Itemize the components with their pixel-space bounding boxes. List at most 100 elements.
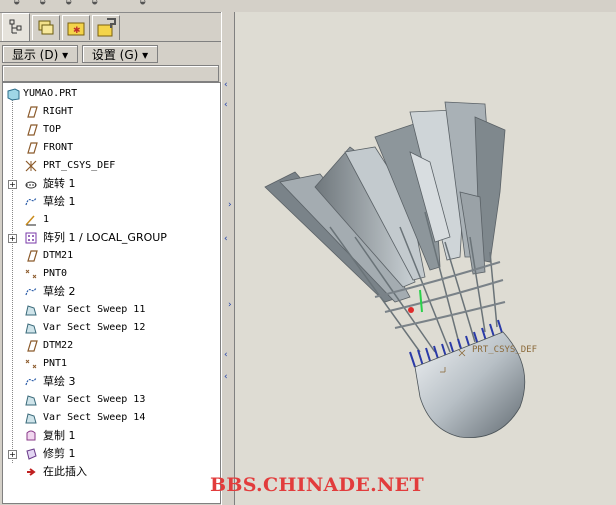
tree-item[interactable]: 复制 1 [3,427,220,445]
tree-item[interactable]: 草绘 3 [3,373,220,391]
tree-item[interactable]: 在此插入 [3,463,220,481]
sketch-icon [25,377,37,386]
tree-item[interactable]: + 修剪 1 [3,445,220,463]
tree-item-label: PNT1 [43,358,68,369]
tree-root-label: YUMAO.PRT [23,88,78,99]
expand-toggle-icon[interactable]: + [8,234,17,243]
toolbar-icon[interactable]: ◒ [40,0,45,7]
collapse-arrow-icon[interactable]: ‹ [224,350,228,360]
shuttlecock-model [264,101,526,439]
model-tree: YUMAO.PRT RIGHT TOP FRONT PRT_CSYS_DEF + 旋转 1… [2,82,221,504]
tree-item-label: 修剪 1 [43,447,76,460]
tree-item-label: FRONT [43,142,74,153]
tree-item[interactable]: + 阵列 1 / LOCAL_GROUP [3,229,220,247]
sketch-icon [25,197,37,206]
svg-text:✱: ✱ [73,26,81,36]
part-icon [7,88,20,101]
datum-point-icon [25,359,37,369]
tree-item[interactable]: + 旋转 1 [3,175,220,193]
tree-item-label: TOP [43,124,62,135]
datum-plane-icon [27,340,38,352]
tree-item-label: DTM21 [43,250,74,261]
coordinate-system-icon [25,160,37,172]
insert-here-icon [27,468,36,476]
tree-item[interactable]: RIGHT [3,103,220,121]
tree-item[interactable]: Var Sect Sweep 14 [3,409,220,427]
tree-item[interactable]: Var Sect Sweep 12 [3,319,220,337]
expand-toggle-icon[interactable]: + [8,450,17,459]
watermark: BBS.CHINADE.NET [210,474,424,496]
tree-item[interactable]: DTM21 [3,247,220,265]
tree-item[interactable]: 草绘 2 [3,283,220,301]
toolbar-icon[interactable]: ◒ [66,0,71,7]
tree-item[interactable]: PNT1 [3,355,220,373]
collapse-arrow-icon[interactable]: ‹ [224,80,228,90]
tree-item-label: 草绘 2 [43,285,76,298]
sketch-icon [25,287,37,296]
tab-favorites[interactable] [92,15,120,40]
tree-item[interactable]: 1 [3,211,220,229]
tree-item[interactable]: 草绘 1 [3,193,220,211]
tab-folder-browser[interactable]: ✱ [62,15,90,40]
datum-plane-icon [27,124,38,136]
datum-plane-icon [27,106,38,118]
tree-item[interactable]: TOP [3,121,220,139]
navigator-tabs: ✱ [2,13,228,41]
tab-model-tree[interactable] [2,13,30,41]
tab-layers[interactable] [32,15,60,40]
csys-label: PRT_CSYS_DEF [472,345,538,355]
tree-item-label: 阵列 1 / LOCAL_GROUP [43,231,167,244]
trim-icon [26,448,37,460]
model-tree-toolbar: 显示 (D) ▾ 设置 (G) ▾ [0,41,222,66]
datum-plane-icon [27,142,38,154]
toolbar-icon[interactable]: ◒ [92,0,97,7]
expand-toggle-icon[interactable]: + [8,180,17,189]
tree-item-label: 在此插入 [43,465,87,478]
expand-arrow-icon[interactable]: › [228,200,232,210]
tree-item-label: PNT0 [43,268,68,279]
tree-root[interactable]: YUMAO.PRT [3,85,220,103]
sweep-icon [25,413,37,424]
layers-icon [38,20,54,35]
datum-axis-icon [25,215,36,226]
sweep-icon [25,323,37,334]
tree-item[interactable]: PNT0 [3,265,220,283]
tree-item-label: Var Sect Sweep 11 [43,304,146,315]
copy-icon [26,430,36,441]
tree-item-label: 1 [43,214,50,225]
tree-item-label: Var Sect Sweep 13 [43,394,146,405]
toolbar-icon[interactable]: ◒ [140,0,145,7]
sweep-icon [25,305,37,316]
splitter[interactable]: ‹ ‹ › ‹ › ‹ ‹ [221,12,235,505]
folder-icon: ✱ [67,22,85,36]
model-tree-icon [9,19,22,34]
toolbar-icon[interactable]: ◒ [14,0,19,7]
favorites-folder-icon [97,18,116,37]
settings-dropdown[interactable]: 设置 (G) ▾ [82,45,158,63]
tree-item-label: 复制 1 [43,429,76,442]
tree-item-label: RIGHT [43,106,74,117]
collapse-arrow-icon[interactable]: ‹ [224,234,228,244]
top-toolbar-strip: ◒ ◒ ◒ ◒ ◒ [0,0,235,13]
tree-item[interactable]: Var Sect Sweep 11 [3,301,220,319]
tree-item[interactable]: FRONT [3,139,220,157]
tree-item-label: Var Sect Sweep 12 [43,322,146,333]
tree-item-label: 旋转 1 [43,177,76,190]
datum-plane-icon [27,250,38,262]
revolve-icon [25,181,37,189]
tree-item-label: PRT_CSYS_DEF [43,160,116,171]
show-dropdown[interactable]: 显示 (D) ▾ [2,45,78,63]
collapse-arrow-icon[interactable]: ‹ [224,100,228,110]
sweep-icon [25,395,37,406]
model-tree-header [2,65,219,82]
collapse-arrow-icon[interactable]: ‹ [224,372,228,382]
tree-item[interactable]: Var Sect Sweep 13 [3,391,220,409]
pattern-icon [25,232,37,244]
tree-item-label: 草绘 3 [43,375,76,388]
tree-item[interactable]: PRT_CSYS_DEF [3,157,220,175]
expand-arrow-icon[interactable]: › [228,300,232,310]
tree-item-label: 草绘 1 [43,195,76,208]
tree-item-label: Var Sect Sweep 14 [43,412,146,423]
graphics-viewport[interactable] [235,12,616,505]
